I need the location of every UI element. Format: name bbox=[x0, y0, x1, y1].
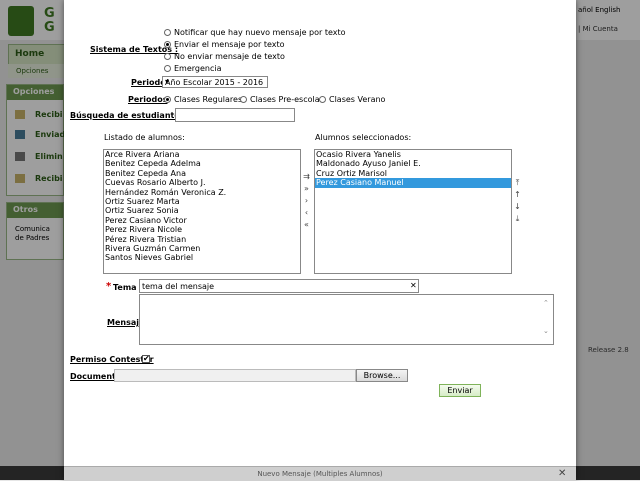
scroll-down-icon[interactable]: ⌄ bbox=[543, 327, 549, 335]
list-item[interactable]: Perez Casiano Victor bbox=[104, 216, 300, 225]
list-item[interactable]: Pérez Rivera Tristian bbox=[104, 235, 300, 244]
sistema-radio-notificar[interactable] bbox=[164, 29, 171, 36]
tema-input[interactable]: tema del mensaje ✕ bbox=[139, 279, 419, 293]
seleccionados-label: Alumnos seleccionados: bbox=[315, 133, 412, 142]
periodos-option-label: Clases Pre-escolar bbox=[250, 95, 323, 104]
move-bottom-icon[interactable]: ⤓ bbox=[513, 214, 522, 223]
move-down-icon[interactable]: ↓ bbox=[513, 202, 522, 211]
list-item[interactable]: Ortiz Suarez Sonia bbox=[104, 206, 300, 215]
selected-students-list[interactable]: Ocasio Rivera Yanelis Maldonado Ayuso Jan… bbox=[314, 149, 512, 274]
list-item[interactable]: Maldonado Ayuso Janiel E. bbox=[315, 159, 511, 168]
list-item[interactable]: Benitez Cepeda Ana bbox=[104, 169, 300, 178]
permiso-checkbox[interactable]: ✔ bbox=[142, 355, 150, 363]
list-item[interactable]: Benitez Cepeda Adelma bbox=[104, 159, 300, 168]
sistema-option-label: Notificar que hay nuevo mensaje por text… bbox=[174, 28, 346, 37]
list-item[interactable]: Hernández Román Veronica Z. bbox=[104, 188, 300, 197]
dialog-titlebar: Nuevo Mensaje (Multiples Alumnos) ✕ bbox=[64, 466, 576, 481]
sistema-option-label: Enviar el mensaje por texto bbox=[174, 40, 285, 49]
periodos-option-label: Clases Verano bbox=[329, 95, 386, 104]
clear-icon[interactable]: ✕ bbox=[410, 281, 417, 290]
periodos-option-label: Clases Regulares bbox=[174, 95, 243, 104]
add-one-icon[interactable]: › bbox=[302, 196, 311, 205]
list-item[interactable]: Cruz Ortiz Marisol bbox=[315, 169, 511, 178]
chevron-down-icon: ▾ bbox=[165, 77, 170, 86]
periodos-radio-regulares[interactable] bbox=[164, 96, 171, 103]
sistema-option-label: No enviar mensaje de texto bbox=[174, 52, 285, 61]
list-item[interactable]: Perez Casiano Manuel bbox=[315, 178, 511, 188]
list-item[interactable]: Rivera Guzmán Carmen bbox=[104, 244, 300, 253]
list-item[interactable]: Ocasio Rivera Yanelis bbox=[315, 150, 511, 159]
move-top-icon[interactable]: ⤒ bbox=[513, 178, 522, 187]
listado-label: Listado de alumnos: bbox=[104, 133, 185, 142]
tema-value: tema del mensaje bbox=[142, 282, 215, 291]
sistema-radio-enviar[interactable] bbox=[164, 41, 171, 48]
periodo-label: Periodo bbox=[131, 78, 166, 87]
list-item[interactable]: Cuevas Rosario Alberto J. bbox=[104, 178, 300, 187]
student-search-input[interactable] bbox=[175, 108, 295, 122]
list-item[interactable]: Santos Nieves Gabriel bbox=[104, 253, 300, 262]
new-message-dialog: Sistema de Textos : Notificar que hay nu… bbox=[64, 0, 576, 481]
dialog-title: Nuevo Mensaje (Multiples Alumnos) bbox=[257, 470, 383, 478]
sistema-radio-emergencia[interactable] bbox=[164, 65, 171, 72]
documento-file-path[interactable] bbox=[114, 369, 356, 382]
busqueda-label: Búsqueda de estudiante: bbox=[70, 111, 183, 120]
sistema-option-label: Emergencia bbox=[174, 64, 222, 73]
periodos-label: Periodos bbox=[128, 95, 168, 104]
list-item[interactable]: Ortiz Suarez Marta bbox=[104, 197, 300, 206]
close-icon[interactable]: ✕ bbox=[558, 468, 566, 479]
periodos-radio-verano[interactable] bbox=[319, 96, 326, 103]
sistema-radio-no-enviar[interactable] bbox=[164, 53, 171, 60]
enviar-button[interactable]: Enviar bbox=[439, 384, 481, 397]
mensaje-textarea[interactable]: ⌃ ⌄ bbox=[139, 294, 554, 345]
browse-button[interactable]: Browse... bbox=[356, 369, 408, 382]
add-all-icon[interactable]: ⇉ bbox=[302, 172, 311, 181]
periodos-radio-preescolar[interactable] bbox=[240, 96, 247, 103]
add-all-double-icon[interactable]: » bbox=[302, 184, 311, 193]
list-item[interactable]: Perez Rivera Nicole bbox=[104, 225, 300, 234]
move-up-icon[interactable]: ↑ bbox=[513, 190, 522, 199]
remove-all-icon[interactable]: « bbox=[302, 220, 311, 229]
scroll-up-icon[interactable]: ⌃ bbox=[543, 299, 549, 307]
periodo-select[interactable]: Año Escolar 2015 - 2016 ▾ bbox=[162, 76, 268, 88]
student-list[interactable]: Arce Rivera Ariana Benitez Cepeda Adelma B… bbox=[103, 149, 301, 274]
remove-one-icon[interactable]: ‹ bbox=[302, 208, 311, 217]
list-item[interactable]: Arce Rivera Ariana bbox=[104, 150, 300, 159]
required-asterisk: * bbox=[106, 281, 112, 292]
